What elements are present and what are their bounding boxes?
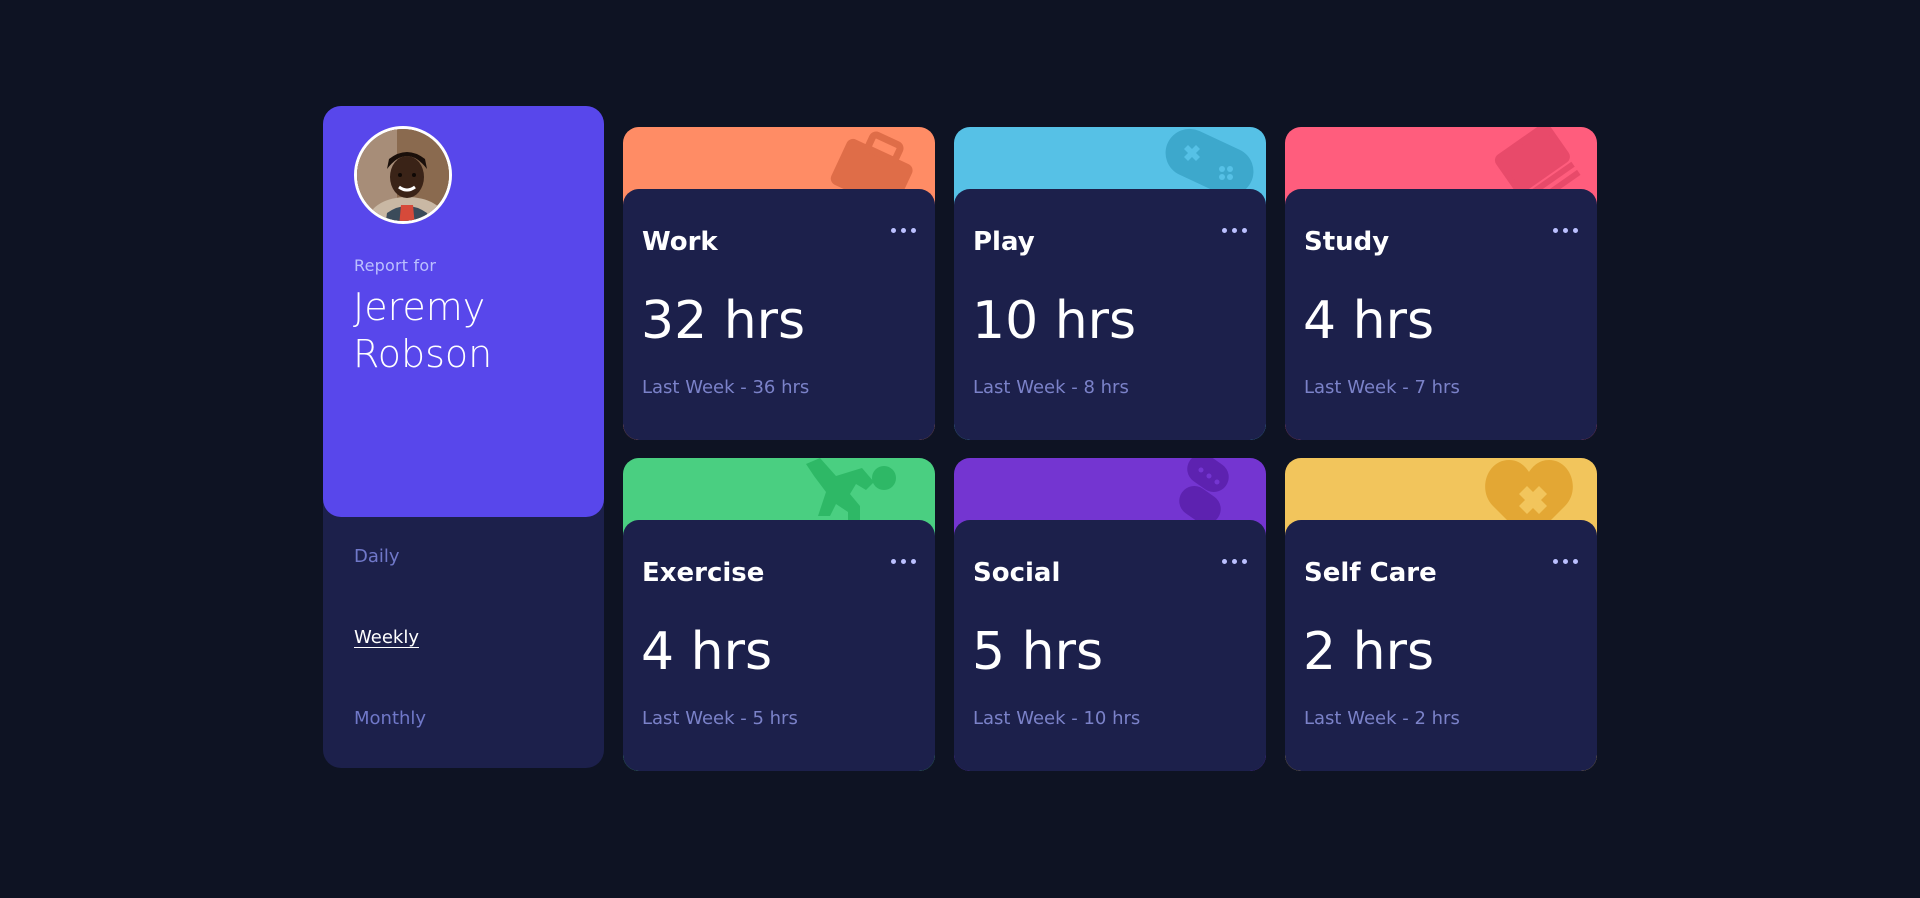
avatar bbox=[354, 126, 452, 224]
more-options-icon[interactable] bbox=[1553, 554, 1579, 568]
period-daily[interactable]: Daily bbox=[354, 546, 400, 567]
current-hours: 5 hrs bbox=[972, 622, 1104, 682]
card-title: Work bbox=[642, 227, 718, 257]
activity-card-play: Play 10 hrs Last Week - 8 hrs bbox=[954, 127, 1266, 440]
card-body: Work 32 hrs Last Week - 36 hrs bbox=[623, 189, 935, 440]
activity-card-study: Study 4 hrs Last Week - 7 hrs bbox=[1285, 127, 1597, 440]
user-name: Jeremy Robson bbox=[353, 285, 493, 376]
current-hours: 10 hrs bbox=[972, 291, 1137, 351]
profile-card: Report for Jeremy Robson Daily Weekly Mo… bbox=[323, 106, 604, 768]
more-options-icon[interactable] bbox=[891, 223, 917, 237]
current-hours: 4 hrs bbox=[1303, 291, 1435, 351]
previous-hours: Last Week - 2 hrs bbox=[1304, 708, 1460, 729]
more-options-icon[interactable] bbox=[1222, 223, 1248, 237]
previous-hours: Last Week - 7 hrs bbox=[1304, 377, 1460, 398]
more-options-icon[interactable] bbox=[1222, 554, 1248, 568]
card-body: Exercise 4 hrs Last Week - 5 hrs bbox=[623, 520, 935, 771]
period-monthly[interactable]: Monthly bbox=[354, 708, 426, 729]
card-title: Social bbox=[973, 558, 1061, 588]
current-hours: 32 hrs bbox=[641, 291, 806, 351]
card-body: Study 4 hrs Last Week - 7 hrs bbox=[1285, 189, 1597, 440]
previous-hours: Last Week - 36 hrs bbox=[642, 377, 810, 398]
activity-card-self-care: Self Care 2 hrs Last Week - 2 hrs bbox=[1285, 458, 1597, 771]
card-body: Play 10 hrs Last Week - 8 hrs bbox=[954, 189, 1266, 440]
card-title: Exercise bbox=[642, 558, 765, 588]
current-hours: 4 hrs bbox=[641, 622, 773, 682]
activity-card-work: Work 32 hrs Last Week - 36 hrs bbox=[623, 127, 935, 440]
activity-card-social: Social 5 hrs Last Week - 10 hrs bbox=[954, 458, 1266, 771]
previous-hours: Last Week - 10 hrs bbox=[973, 708, 1141, 729]
period-weekly[interactable]: Weekly bbox=[354, 627, 419, 648]
previous-hours: Last Week - 5 hrs bbox=[642, 708, 798, 729]
card-body: Social 5 hrs Last Week - 10 hrs bbox=[954, 520, 1266, 771]
previous-hours: Last Week - 8 hrs bbox=[973, 377, 1129, 398]
activity-card-exercise: Exercise 4 hrs Last Week - 5 hrs bbox=[623, 458, 935, 771]
card-title: Play bbox=[973, 227, 1035, 257]
report-for-label: Report for bbox=[354, 256, 437, 275]
card-title: Self Care bbox=[1304, 558, 1437, 588]
profile-header: Report for Jeremy Robson bbox=[323, 106, 604, 517]
time-tracking-dashboard: Report for Jeremy Robson Daily Weekly Mo… bbox=[323, 106, 1599, 771]
card-title: Study bbox=[1304, 227, 1390, 257]
more-options-icon[interactable] bbox=[891, 554, 917, 568]
current-hours: 2 hrs bbox=[1303, 622, 1435, 682]
more-options-icon[interactable] bbox=[1553, 223, 1579, 237]
card-body: Self Care 2 hrs Last Week - 2 hrs bbox=[1285, 520, 1597, 771]
